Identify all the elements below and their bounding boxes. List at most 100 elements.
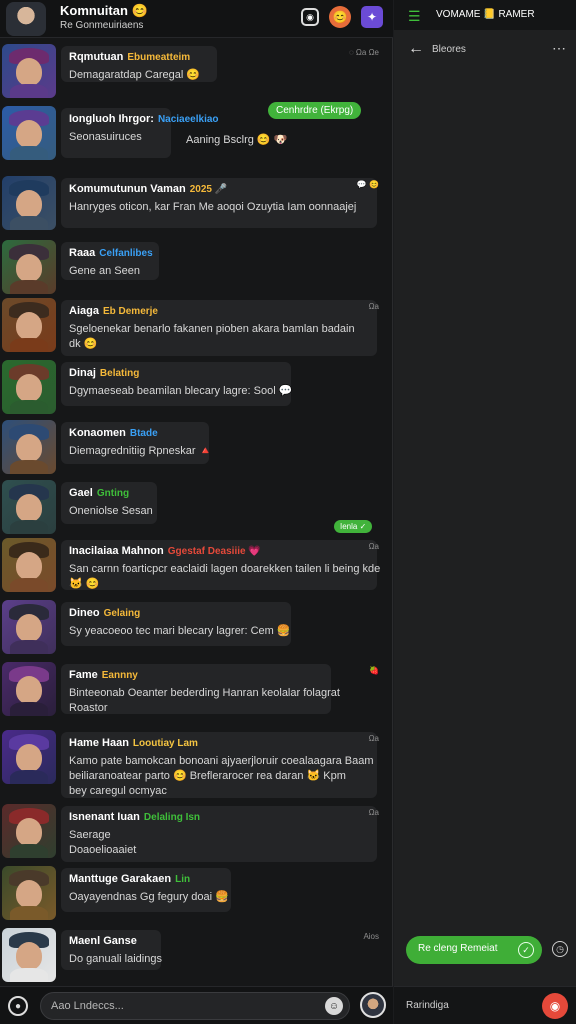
side-panel-action-button[interactable]: Re cleng Remeiat ✓ <box>406 936 542 964</box>
composer-bar: ● Aao Lndeccs... ☺ <box>0 986 393 1024</box>
message-bubble[interactable]: Raaa Celfanlibes Gene an Seen <box>61 242 159 280</box>
sender-name: Manttuge Garakaen Lin <box>69 873 223 885</box>
sender-tag: Gelaing <box>103 608 141 619</box>
message-row[interactable]: Dinaj Belating Dgymaeseab beamilan blecary… <box>0 360 393 418</box>
sender-name-text: Isnenant Iuan <box>69 811 140 823</box>
message-row[interactable]: Dineo Gelaing Sy yeacoeoo tec mari blecary… <box>0 600 393 658</box>
sender-name: Isnenant Iuan Delaling Isn <box>69 811 369 823</box>
sender-name: Dineo Gelaing <box>69 607 283 619</box>
avatar[interactable] <box>2 420 56 474</box>
message-row[interactable]: Rqmutuan Ebumeatteim Demagaratdap Caregal … <box>0 44 393 102</box>
message-meta: ◌ Ωa Ωe <box>348 48 379 57</box>
avatar[interactable] <box>2 600 56 654</box>
message-text: Do ganuali laidings <box>69 953 162 965</box>
sender-tag: Btade <box>129 428 158 439</box>
avatar[interactable] <box>2 538 56 592</box>
message-row[interactable]: Hame Haan Looutiay Lam Kamo pate bamokcan … <box>0 730 393 802</box>
sent-reply-bubble[interactable]: Cenhrdre (Ekrpg) <box>268 102 362 119</box>
message-row[interactable]: Manttuge Garakaen Lin Oayayendnas Gg fegur… <box>0 866 393 924</box>
more-options-icon[interactable]: ⋯ <box>552 40 566 57</box>
avatar[interactable] <box>2 480 56 534</box>
menu-icon[interactable]: ☰ <box>408 8 421 25</box>
sender-name-text: Aiaga <box>69 305 99 317</box>
group-avatar[interactable] <box>6 2 46 36</box>
message-input[interactable]: Aao Lndeccs... ☺ <box>40 992 350 1020</box>
sender-name: Inacilaiaa Mahnon Ggestaf Deasiiie 💗 <box>69 545 369 557</box>
sender-tag: Naciaeelkiao <box>157 114 219 125</box>
message-bubble[interactable]: Isnenant Iuan Delaling Isn Saerage Doaoelio… <box>61 806 377 862</box>
message-row[interactable]: Konaomen Btade Diemagrednitiig Rpneskar 🔺 <box>0 420 393 478</box>
message-row[interactable]: Gael Gnting Oneniolse Sesan Ienla ✓ <box>0 480 393 538</box>
message-bubble[interactable]: Rqmutuan Ebumeatteim Demagaratdap Caregal … <box>61 46 217 82</box>
message-bubble[interactable]: Aiaga Eb Demerje Sgeloenekar benarlo fakan… <box>61 300 377 356</box>
my-avatar[interactable] <box>360 992 386 1018</box>
message-row[interactable]: Komumutunun Vaman 2025 🎤 Hanryges oticon, … <box>0 176 393 234</box>
message-bubble[interactable]: Konaomen Btade Diemagrednitiig Rpneskar 🔺 <box>61 422 212 464</box>
sender-tag: Lin <box>175 874 191 885</box>
avatar[interactable] <box>2 106 56 160</box>
sender-name-text: Hame Haan <box>69 737 129 749</box>
avatar[interactable] <box>2 866 56 920</box>
message-text: Sgeloenekar benarlo fakanen pioben akara… <box>69 323 355 335</box>
message-text: Binteeonab Oeanter bederding Hanran keol… <box>69 687 340 699</box>
message-feed[interactable]: Rqmutuan Ebumeatteim Demagaratdap Caregal … <box>0 40 393 986</box>
side-panel-header: ← Bleores ⋯ <box>394 30 576 68</box>
avatar[interactable] <box>2 44 56 98</box>
message-bubble[interactable]: Iongluoh Ihrgor: Naciaeelkiao Seonasuiruce… <box>61 108 219 158</box>
message-row[interactable]: Aiaga Eb Demerje Sgeloenekar benarlo fakan… <box>0 298 393 360</box>
message-text: Oneniolse Sesan <box>69 505 153 517</box>
message-row[interactable]: Isnenant Iuan Delaling Isn Saerage Doaoelio… <box>0 804 393 866</box>
message-row[interactable]: Inacilaiaa Mahnon Ggestaf Deasiiie 💗 San c… <box>0 538 393 596</box>
avatar[interactable] <box>2 928 56 982</box>
sender-name: Aiaga Eb Demerje <box>69 305 369 317</box>
message-bubble[interactable]: Gael Gnting Oneniolse Sesan <box>61 482 157 524</box>
message-bubble[interactable]: Fame Eannny Binteeonab Oeanter bederding H… <box>61 664 340 714</box>
message-text: Roastor <box>69 702 108 714</box>
message-row[interactable]: Fame Eannny Binteeonab Oeanter bederding H… <box>0 662 393 720</box>
message-bubble[interactable]: Komumutunun Vaman 2025 🎤 Hanryges oticon, … <box>61 178 377 228</box>
back-arrow-icon[interactable]: ← <box>408 40 424 58</box>
avatar[interactable] <box>2 240 56 294</box>
message-bubble[interactable]: Hame Haan Looutiay Lam Kamo pate bamokcan … <box>61 732 377 798</box>
clock-icon[interactable]: ◷ <box>552 941 568 957</box>
message-row[interactable]: Maenl Ganse Do ganuali laidings Aios <box>0 928 393 986</box>
group-subtitle: Re Gonmeuiriaens <box>60 20 144 31</box>
sender-name: Maenl Ganse <box>69 935 153 947</box>
reaction-icon[interactable]: 😊 <box>329 6 351 28</box>
message-bubble[interactable]: Maenl Ganse Do ganuali laidings <box>61 930 162 970</box>
sender-tag: Eannny <box>101 670 138 681</box>
camera-icon[interactable]: ● <box>8 996 28 1016</box>
side-panel-action-label: Re cleng Remeiat <box>418 943 498 954</box>
avatar[interactable] <box>2 730 56 784</box>
check-icon: ✓ <box>518 942 534 958</box>
avatar[interactable] <box>2 360 56 414</box>
avatar[interactable] <box>2 298 56 352</box>
avatar[interactable] <box>2 804 56 858</box>
avatar[interactable] <box>2 176 56 230</box>
sender-name-text: Maenl Ganse <box>69 935 137 947</box>
sender-name-text: Fame <box>69 669 98 681</box>
message-row[interactable]: Raaa Celfanlibes Gene an Seen <box>0 240 393 298</box>
message-meta: Ωa <box>368 542 379 551</box>
sender-name: Raaa Celfanlibes <box>69 247 153 259</box>
chat-header: Komnuitan 😊 Re Gonmeuiriaens ◉ 😊 ✦ <box>0 0 393 38</box>
message-text: beiliaranoatear parto 😊 Breflerarocer re… <box>69 770 346 782</box>
sender-name-text: Dineo <box>69 607 100 619</box>
reply-text: Aaning Bsclrg 😊 🐶 <box>186 134 288 146</box>
message-bubble[interactable]: Dinaj Belating Dgymaeseab beamilan blecary… <box>61 362 292 406</box>
message-bubble[interactable]: Dineo Gelaing Sy yeacoeoo tec mari blecary… <box>61 602 291 646</box>
group-title-text: Komnuitan <box>60 3 128 18</box>
message-bubble[interactable]: Manttuge Garakaen Lin Oayayendnas Gg fegur… <box>61 868 231 912</box>
message-row[interactable]: Iongluoh Ihrgor: Naciaeelkiao Seonasuiruce… <box>0 102 393 164</box>
message-meta: Aios <box>363 932 379 941</box>
sender-tag: Gnting <box>96 488 130 499</box>
sent-reply-bubble[interactable]: Ienla ✓ <box>334 520 373 533</box>
screen-icon[interactable]: ◉ <box>301 8 319 26</box>
message-bubble[interactable]: Inacilaiaa Mahnon Ggestaf Deasiiie 💗 San c… <box>61 540 380 590</box>
sender-name: Fame Eannny <box>69 669 323 681</box>
apps-icon[interactable]: ✦ <box>361 6 383 28</box>
avatar[interactable] <box>2 662 56 716</box>
record-icon[interactable]: ◉ <box>542 993 568 1019</box>
emoji-picker-icon[interactable]: ☺ <box>325 997 343 1015</box>
smile-emoji-icon: 😊 <box>131 3 149 18</box>
